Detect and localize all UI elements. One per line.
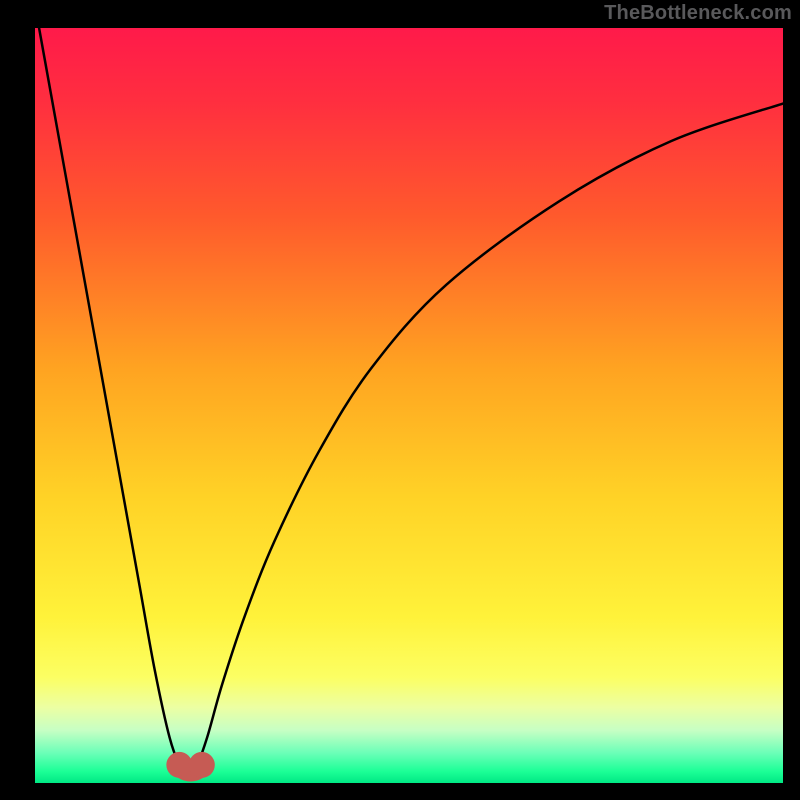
watermark-text: TheBottleneck.com (604, 2, 792, 25)
optimal-left-marker (166, 752, 192, 778)
optimal-right-marker (189, 752, 215, 778)
chart-frame: TheBottleneck.com (0, 0, 800, 800)
bottleneck-plot (35, 28, 783, 783)
